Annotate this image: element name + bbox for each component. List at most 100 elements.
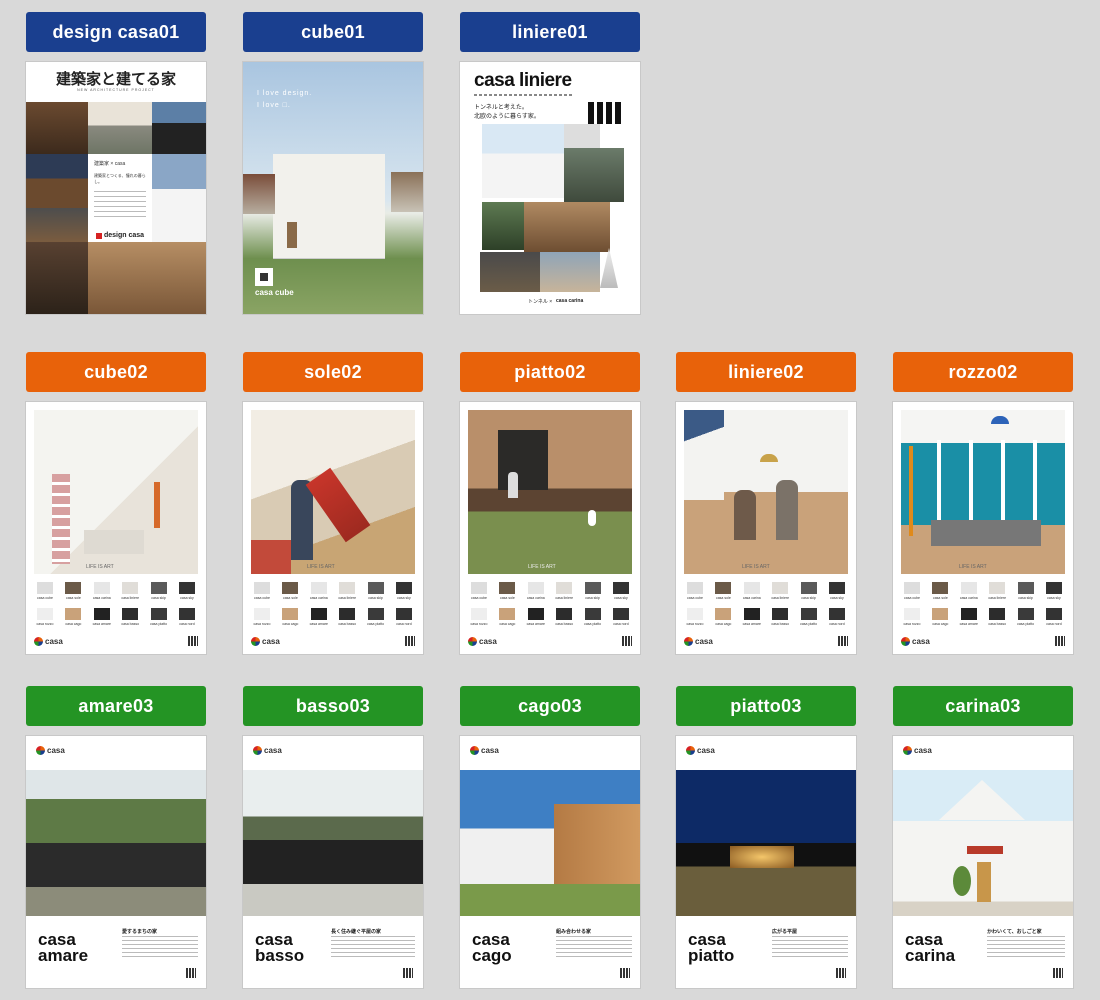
casa-word: casa xyxy=(914,746,932,755)
photo-dining xyxy=(540,252,600,292)
brand-footer: casa xyxy=(901,636,1065,646)
photo-living-room xyxy=(901,410,1065,574)
card-sole02[interactable]: sole02 LIFE IS ART casa cube casa sole c… xyxy=(243,352,423,654)
casa-word: casa xyxy=(912,636,930,646)
photo-night xyxy=(26,154,88,208)
brand-mark-icon xyxy=(96,232,102,239)
photo-house-basso xyxy=(243,770,423,916)
photo-house-cago xyxy=(460,770,640,916)
casa-word: casa xyxy=(264,746,282,755)
card-cube02[interactable]: cube02 LIFE IS ART casa cube casa sole c… xyxy=(26,352,206,654)
casa-logo-icon xyxy=(251,636,260,646)
poster-carina03[interactable]: casa casa carina かわいくて、おしごと家 xyxy=(893,736,1073,988)
card-label: rozzo02 xyxy=(893,352,1073,392)
poster-liniere02[interactable]: LIFE IS ART casa cube casa sole casa car… xyxy=(676,402,856,654)
poster-amare03[interactable]: casa casa amare 愛するまちの家 xyxy=(26,736,206,988)
poster-title: casa carina xyxy=(905,931,956,965)
lineup-row: casa rozzo casa cago casa amare casa bas… xyxy=(34,608,198,626)
card-amare03[interactable]: amare03 casa casa amare 愛するまちの家 xyxy=(26,686,206,988)
qr-code-icon xyxy=(405,636,415,646)
qr-code-icon xyxy=(1055,636,1065,646)
poster-tag: 建築家とつくる、憧れの暮らし。 xyxy=(94,173,146,184)
lineup-row: casa rozzo casa cago casa amare casa bas… xyxy=(251,608,415,626)
poster-design-casa01[interactable]: 建築家と建てる家 NEW ARCHITECTURE PROJECT 建築家 × … xyxy=(26,62,206,314)
poster-cube02[interactable]: LIFE IS ART casa cube casa sole casa car… xyxy=(26,402,206,654)
casa-word: casa xyxy=(47,746,65,755)
card-carina03[interactable]: carina03 casa casa carina かわいくて、おしごと家 xyxy=(893,686,1073,988)
card-cube01[interactable]: cube01 I love design. I love □. casa cub… xyxy=(243,12,423,314)
casa-logo: casa xyxy=(253,746,282,755)
title-line-2: basso xyxy=(255,945,305,965)
pattern-block xyxy=(588,102,624,124)
casa-word: casa xyxy=(697,746,715,755)
casa-logo: casa xyxy=(468,636,497,646)
photo-room xyxy=(26,208,88,242)
card-piatto02[interactable]: piatto02 LIFE IS ART casa cube casa sole… xyxy=(460,352,640,654)
casa-logo: casa xyxy=(901,636,930,646)
casa-logo-icon xyxy=(34,636,43,646)
poster-sole02[interactable]: LIFE IS ART casa cube casa sole casa car… xyxy=(243,402,423,654)
casa-logo-icon xyxy=(684,636,693,646)
poster-copy1: トンネルと考えた。 xyxy=(474,105,528,111)
photo-house-carina xyxy=(893,770,1073,916)
lamp-icon xyxy=(600,248,618,288)
poster-basso03[interactable]: casa casa basso 長く住み継ぐ平屋の家 xyxy=(243,736,423,988)
card-label: basso03 xyxy=(243,686,423,726)
title-line-2: carina xyxy=(905,945,956,965)
brand-text: design casa xyxy=(104,232,145,239)
poster-piatto03[interactable]: casa casa piatto 広がる平屋 xyxy=(676,736,856,988)
title-line-2: piatto xyxy=(688,945,735,965)
card-label: liniere02 xyxy=(676,352,856,392)
brand-footer: casa xyxy=(251,636,415,646)
card-piatto03[interactable]: piatto03 casa casa piatto 広がる平屋 xyxy=(676,686,856,988)
poster-copy: 長く住み継ぐ平屋の家 xyxy=(331,929,382,935)
card-label: liniere01 xyxy=(460,12,640,52)
poster-lifeart: LIFE IS ART xyxy=(528,564,556,570)
card-liniere01[interactable]: liniere01 casa liniere トンネルと考えた。 北欧のように暮… xyxy=(460,12,640,314)
poster-title: casa piatto xyxy=(688,931,735,965)
casa-word: casa xyxy=(695,636,713,646)
card-liniere02[interactable]: liniere02 LIFE IS ART casa cube casa sol… xyxy=(676,352,856,654)
poster-body-text xyxy=(987,936,1065,958)
poster-brand: casa cube xyxy=(255,288,294,297)
lineup-row: casa rozzo casa cago casa amare casa bas… xyxy=(684,608,848,626)
photo-living xyxy=(88,242,206,314)
lineup-row: casa cube casa sole casa carina casa lin… xyxy=(901,582,1065,600)
photo-house-amare xyxy=(26,770,206,916)
card-label: amare03 xyxy=(26,686,206,726)
poster-heading: 建築家と建てる家 xyxy=(55,72,176,88)
photo-dining xyxy=(26,242,88,314)
photo-dining-room xyxy=(684,410,848,574)
poster-copy2: 北欧のように暮らす家。 xyxy=(474,114,540,120)
poster-copy: 広がる平屋 xyxy=(772,929,798,935)
lineup-row: casa cube casa sole casa carina casa lin… xyxy=(34,582,198,600)
qr-code-icon xyxy=(836,968,846,978)
poster-cube01[interactable]: I love design. I love □. casa cube xyxy=(243,62,423,314)
cube-logo-icon xyxy=(255,268,273,286)
card-rozzo02[interactable]: rozzo02 LIFE IS ART casa cube casa sole … xyxy=(893,352,1073,654)
poster-rozzo02[interactable]: LIFE IS ART casa cube casa sole casa car… xyxy=(893,402,1073,654)
photo-atrium xyxy=(34,410,198,574)
qr-code-icon xyxy=(188,636,198,646)
card-label: piatto03 xyxy=(676,686,856,726)
card-label: carina03 xyxy=(893,686,1073,726)
poster-piatto02[interactable]: LIFE IS ART casa cube casa sole casa car… xyxy=(460,402,640,654)
card-cago03[interactable]: cago03 casa casa cago 組み合わせる家 xyxy=(460,686,640,988)
card-label: design casa01 xyxy=(26,12,206,52)
card-design-casa01[interactable]: design casa01 建築家と建てる家 NEW ARCHITECTURE … xyxy=(26,12,206,314)
brand-footer: casa xyxy=(684,636,848,646)
poster-cago03[interactable]: casa casa cago 組み合わせる家 xyxy=(460,736,640,988)
poster-liniere01[interactable]: casa liniere トンネルと考えた。 北欧のように暮らす家。 トンネル … xyxy=(460,62,640,314)
casa-logo-icon xyxy=(468,636,477,646)
card-label: cago03 xyxy=(460,686,640,726)
poster-footer-left: トンネル × xyxy=(528,299,553,305)
qr-code-icon xyxy=(186,968,196,978)
lineup-row: casa rozzo casa cago casa amare casa bas… xyxy=(901,608,1065,626)
casa-logo: casa xyxy=(36,746,65,755)
card-basso03[interactable]: basso03 casa casa basso 長く住み継ぐ平屋の家 xyxy=(243,686,423,988)
brand-footer: casa xyxy=(34,636,198,646)
poster-textblock: 建築家 × casa 建築家とつくる、憧れの暮らし。 xyxy=(88,154,152,242)
poster-title: casa amare xyxy=(38,931,88,963)
photo-family xyxy=(251,410,415,574)
qr-code-icon xyxy=(1053,968,1063,978)
